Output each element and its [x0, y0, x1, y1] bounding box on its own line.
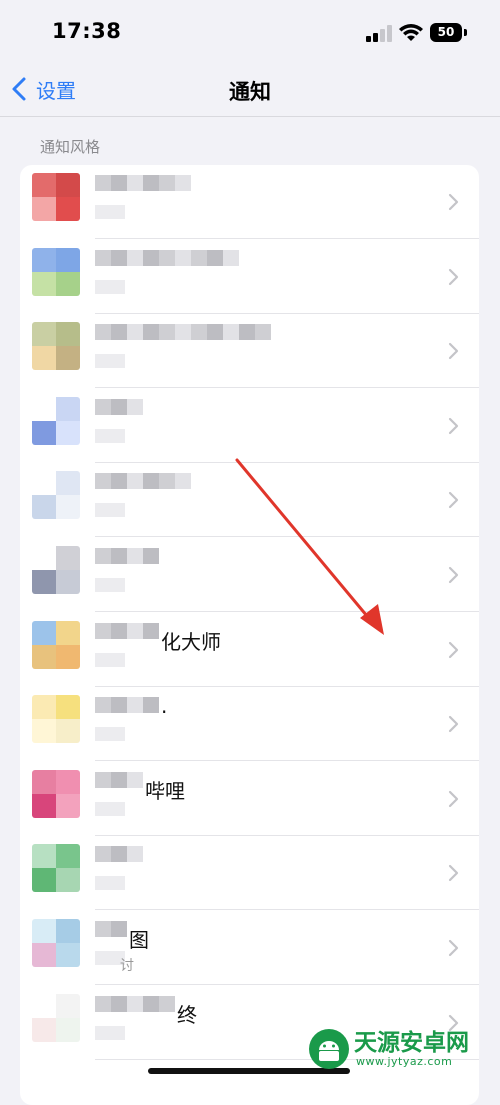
chevron-right-icon	[448, 790, 459, 807]
chevron-right-icon	[448, 492, 459, 509]
app-name: 图	[129, 928, 149, 952]
app-row[interactable]	[20, 538, 479, 612]
app-name-blurred	[95, 622, 159, 639]
app-subtitle-blurred	[95, 205, 125, 219]
app-subtitle-blurred	[95, 354, 125, 369]
app-row[interactable]: 图讨	[20, 911, 479, 985]
chevron-right-icon	[448, 716, 459, 733]
app-subtitle-blurred	[95, 279, 125, 294]
chevron-right-icon	[448, 865, 459, 882]
app-icon	[32, 546, 80, 594]
watermark: 天源安卓网 www.jytyaz.com	[308, 1028, 469, 1070]
app-name: 终	[177, 1002, 197, 1027]
app-name-blurred	[95, 697, 159, 714]
app-row[interactable]	[20, 165, 479, 239]
app-icon	[32, 695, 80, 744]
app-name-blurred	[95, 548, 159, 564]
app-subtitle-blurred	[95, 503, 125, 518]
battery-tip	[464, 29, 467, 36]
navigation-bar: 设置 通知	[0, 64, 500, 117]
app-icon	[32, 396, 80, 445]
app-row[interactable]	[20, 463, 479, 538]
android-logo-icon	[309, 1029, 349, 1069]
app-subtitle: 讨	[120, 958, 134, 974]
chevron-right-icon	[448, 193, 459, 211]
app-name-blurred	[95, 921, 127, 937]
chevron-right-icon	[448, 343, 459, 360]
app-row[interactable]	[20, 389, 479, 463]
app-name-blurred	[95, 249, 239, 266]
app-name-blurred	[95, 473, 191, 490]
app-subtitle-blurred	[95, 727, 125, 742]
chevron-right-icon	[448, 939, 459, 957]
app-name: ·	[161, 700, 168, 725]
app-subtitle-blurred	[95, 652, 125, 667]
app-row[interactable]	[20, 240, 479, 314]
app-name: 哔哩	[145, 778, 185, 803]
watermark-title: 天源安卓网	[354, 1029, 469, 1056]
app-subtitle-blurred	[95, 1025, 125, 1040]
app-row[interactable]	[20, 836, 479, 911]
status-bar: 17:38 50	[0, 0, 500, 64]
app-subtitle-blurred	[95, 578, 125, 592]
page-title: 通知	[229, 80, 271, 104]
app-icon	[32, 993, 80, 1042]
app-subtitle-blurred	[95, 801, 125, 816]
app-icon	[32, 844, 80, 893]
battery-icon: 50	[430, 23, 462, 42]
wifi-icon	[399, 24, 423, 41]
app-icon	[32, 620, 80, 669]
app-name-blurred	[95, 995, 175, 1012]
app-icon	[32, 471, 80, 520]
app-list: 化大师 · 哔哩图讨终	[20, 165, 479, 1105]
app-row[interactable]: 化大师	[20, 613, 479, 687]
chevron-right-icon	[448, 268, 459, 285]
app-name-blurred	[95, 846, 143, 863]
section-header: 通知风格	[40, 138, 101, 156]
status-time: 17:38	[52, 19, 122, 43]
app-name-blurred	[95, 771, 143, 788]
cellular-signal-icon	[366, 24, 392, 42]
app-icon	[32, 322, 80, 371]
app-name-blurred	[95, 324, 271, 341]
app-icon	[32, 173, 80, 221]
app-name: 化大师	[161, 629, 221, 654]
app-row[interactable]	[20, 314, 479, 389]
watermark-url: www.jytyaz.com	[356, 1054, 453, 1068]
app-icon	[32, 769, 80, 818]
app-row[interactable]: 哔哩	[20, 762, 479, 836]
app-subtitle-blurred	[95, 428, 125, 443]
app-name-blurred	[95, 398, 143, 415]
app-row[interactable]: ·	[20, 687, 479, 762]
chevron-right-icon	[448, 417, 459, 434]
chevron-right-icon	[448, 566, 459, 584]
app-icon	[32, 919, 80, 967]
app-icon	[32, 247, 80, 296]
chevron-right-icon	[448, 641, 459, 658]
app-name-blurred	[95, 175, 191, 191]
app-subtitle-blurred	[95, 876, 125, 891]
